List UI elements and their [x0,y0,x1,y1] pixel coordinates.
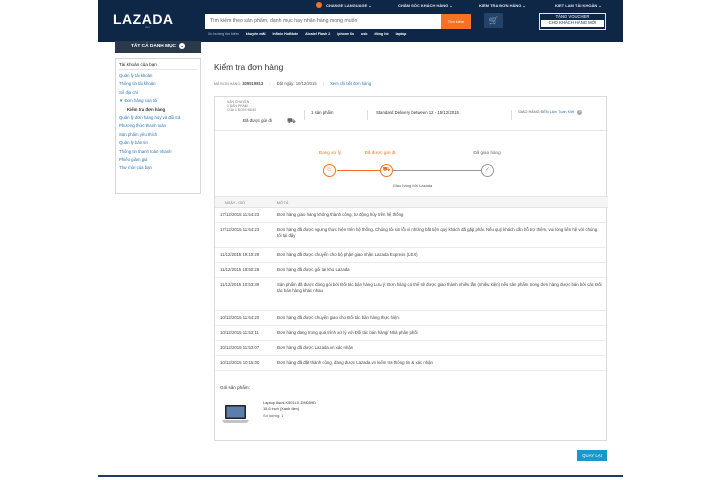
all-categories-button[interactable]: TẤT CẢ DANH MỤC ⌄ [115,41,201,53]
search-input[interactable]: Tìm kiếm theo sản phẩm, danh mục hay nhã… [205,14,441,29]
table-row: 10/12/2015 11:53:07 Đơn hàng đã được Laza… [215,341,608,356]
table-row: 11/12/2015 10:53:39 Sản phẩm đã được đóng… [215,278,608,311]
account-sidebar: Tài khoản của bạn Quản lý tài khoản Thôn… [115,58,201,194]
suggest-term[interactable]: khuyến mãi [246,32,266,36]
laptop-product-image[interactable] [221,404,250,425]
order-tracking-link[interactable]: KIỂM TRA ĐƠN HÀNG⌄ [479,3,526,8]
sidebar-item-account-info[interactable]: Thông tin tài khoản [119,80,197,88]
customer-care-link[interactable]: CHĂM SÓC KHÁCH HÀNG⌄ [398,3,453,8]
table-row: 11/12/2015 18:50:28 Đơn hàng đã được gói … [215,263,608,278]
search-suggestions: Xu hướng tìm kiếm khuyến mãi Infinix Hot… [208,32,406,36]
search-button[interactable]: Tìm kiếm [441,14,471,29]
order-tracking-panel: VẬN CHUYỂN 1 SẢN PHẨM CỦA 1 ĐƠN HÀNG Đã … [214,96,608,441]
shipment-quantity: 1 sản phẩm [311,110,334,115]
info-icon[interactable]: ? [577,110,583,115]
date-column-header: NGÀY - GIỜ [225,201,246,205]
table-row: 17/12/2015 11:54:23 Đơn hàng giao hàng kh… [215,208,608,223]
sidebar-item-address-book[interactable]: Sổ địa chỉ [119,89,197,97]
step-processing-label: Đang xử lý [318,150,342,155]
chevron-down-icon: ⌄ [179,42,186,49]
progress-line-remaining [393,170,481,171]
suggest-term[interactable]: Infinix HotNote [273,32,299,36]
delivered-step-icon: ✓ [481,164,494,177]
order-number: 309519813 [242,81,264,86]
product-quantity: Số lượng: 1 [263,412,284,418]
sidebar-item-payment-methods[interactable]: Phương thức thanh toán [119,122,197,130]
table-row: 11/12/2015 19:10:29 Đơn hàng đã được chuy… [215,248,608,263]
step-delivered-label: Đã giao hàng [473,150,501,155]
all-categories-label: TẤT CẢ DANH MỤC [130,44,177,49]
receiver-name: Lâm Tuấn Kiệt [549,110,575,114]
shipped-step-icon: ⛟ [380,164,393,177]
table-row: 10/12/2015 10:15:00 Đơn hàng đã đặt thành… [215,356,608,371]
sidebar-item-invites[interactable]: Thư mời của bạn [119,164,197,172]
new-customer-voucher-button[interactable]: TẶNG VOUCHER CHO KHÁCH HÀNG MỚI [539,13,606,30]
voucher-line-1: TẶNG VOUCHER [555,14,590,19]
language-flag-icon [316,2,322,8]
suggest-term[interactable]: đồng hồ [374,32,388,36]
voucher-line-2: CHO KHÁCH HÀNG MỚI [541,20,604,27]
shipment-status: Đã được gửi đi [243,118,272,123]
table-row: 10/12/2015 11:54:20 Đơn hàng đã được chuy… [215,311,608,326]
suggest-term[interactable]: usb [361,32,367,36]
order-date: Đặt ngày: 10/12/2015 [276,81,317,86]
processing-step-icon: ☺ [323,164,336,177]
sidebar-title: Tài khoản của bạn [119,62,197,70]
carrier-note: Giao hàng bởi Lazada [392,183,433,188]
sidebar-item-vouchers[interactable]: Phiếu giảm giá [119,156,197,164]
change-language-link[interactable]: CHANGE LANGUAGE⌄ [326,3,372,8]
table-row: 10/12/2015 11:53:11 Đơn hàng đang trong q… [215,326,608,341]
sidebar-item-track-order[interactable]: Kiểm tra đơn hàng [119,106,197,114]
suggest-term[interactable]: iphone 6s [337,32,354,36]
back-button[interactable]: QUAY LẠI [577,450,607,461]
order-number-label: MÃ ĐƠN HÀNG: [214,82,242,86]
footer-divider [98,475,623,477]
suggest-label: Xu hướng tìm kiếm [208,32,239,36]
lazada-logo[interactable]: LAZADA [113,11,174,27]
shipment-summary: VẬN CHUYỂN 1 SẢN PHẨM CỦA 1 ĐƠN HÀNG Đã … [215,97,608,131]
product-info: Laptop Asus K501LX-DM059D 15.6 inch (Xan… [263,400,316,419]
description-column-header: MÔ TẢ [277,201,289,205]
table-row: 17/12/2015 11:54:23 Đơn hàng đã được ngưn… [215,223,608,248]
order-detail-link[interactable]: Xem chi tiết đơn hàng [330,81,371,86]
receiver-info: GIAO HÀNG ĐẾN Lâm Tuấn Kiệt ? [518,110,583,115]
suggest-term[interactable]: laptop [396,32,407,36]
shipment-label: VẬN CHUYỂN 1 SẢN PHẨM CỦA 1 ĐƠN HÀNG [227,100,257,112]
sidebar-item-quick-payment[interactable]: Thông tin thanh toán nhanh [119,148,197,156]
account-menu-link[interactable]: KIET LAM TÀI KHOẢN⌄ [555,3,602,8]
logo-subtext: viet [145,25,150,29]
delivery-window: Standard Delivery between 12 - 15/12/201… [376,110,459,115]
sidebar-item-cancel-returns[interactable]: Quản lý đơn hàng hủy và đổi trả [119,114,197,122]
order-info: MÃ ĐƠN HÀNG: 309519813 | Đặt ngày: 10/12… [214,81,372,86]
page-title: Kiểm tra đơn hàng [214,62,284,72]
suggest-term[interactable]: Alcatel Flash 2 [305,32,330,36]
sidebar-item-wishlist[interactable]: Sản phẩm yêu thích [119,131,197,139]
cart-icon[interactable]: 🛒 [484,13,503,28]
sidebar-item-my-orders[interactable]: ▼ Đơn hàng của tôi [119,97,197,105]
package-title: Gói sản phẩm: [220,385,250,390]
sidebar-item-account-management[interactable]: Quản lý tài khoản [119,72,197,80]
truck-icon: ⛟ [287,118,296,125]
sidebar-item-newsletter[interactable]: Quản lý bản tin [119,139,197,147]
step-shipped-label: Đã được gửi đi [364,150,396,155]
events-table-header: NGÀY - GIỜ MÔ TẢ [215,196,608,208]
